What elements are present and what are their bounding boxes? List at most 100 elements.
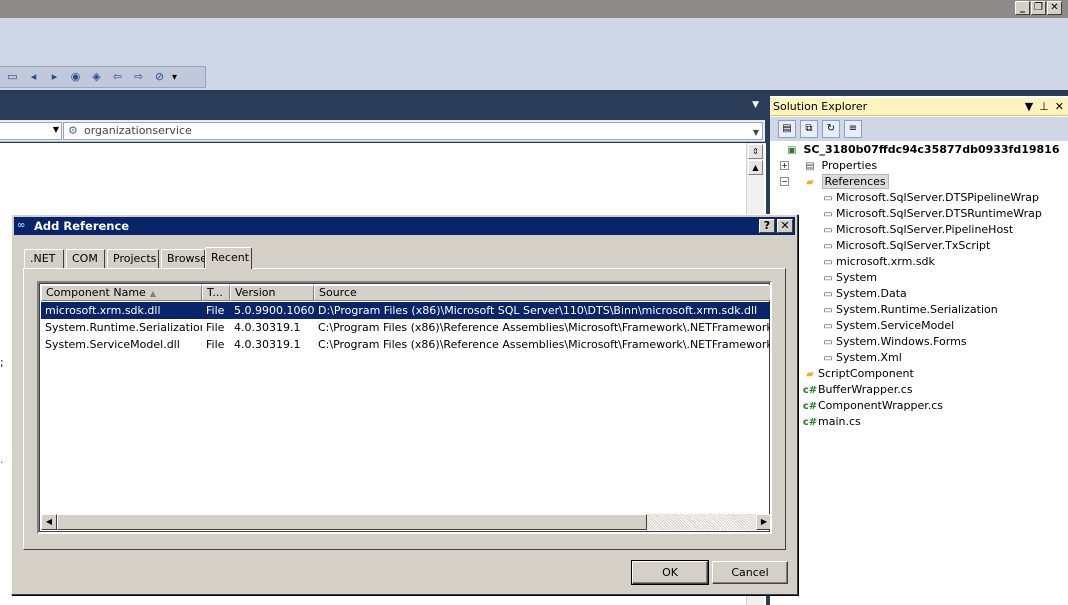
tree-properties[interactable]: ▤ Properties <box>802 158 877 174</box>
folder-label: ScriptComponent <box>818 367 914 380</box>
show-all-files-icon[interactable]: ▤ <box>778 120 796 138</box>
tree-file[interactable]: c#ComponentWrapper.cs <box>802 398 943 414</box>
member-dropdown[interactable]: ⚙ organizationservice ▼ <box>63 122 763 140</box>
reference-item[interactable]: ▭ Microsoft.SqlServer.DTSRuntimeWrap <box>820 206 1042 222</box>
reference-item[interactable]: ▭ System.Xml <box>820 350 902 366</box>
window-controls: _ ❐ ✕ <box>1015 1 1062 15</box>
type-dropdown[interactable]: ▼ <box>0 122 62 140</box>
code-fragment: . <box>0 453 4 466</box>
toolbar-overflow-icon[interactable]: ▾ <box>172 72 180 83</box>
minimize-button[interactable]: _ <box>1015 1 1030 15</box>
list-header: Component Name ▲ T... Version Source <box>41 285 770 301</box>
file-label: main.cs <box>818 415 861 428</box>
cell-source: D:\Program Files (x86)\Microsoft SQL Ser… <box>318 304 758 317</box>
cancel-button[interactable]: Cancel <box>712 561 788 584</box>
cell-name: microsoft.xrm.sdk.dll <box>45 304 161 317</box>
cs-file-icon: c# <box>802 385 818 396</box>
view-code-icon[interactable]: ≡ <box>844 120 862 138</box>
close-window-button[interactable]: ✕ <box>1047 1 1062 15</box>
column-type[interactable]: T... <box>202 285 230 301</box>
column-source[interactable]: Source <box>314 285 770 301</box>
bookmark-clear-icon[interactable]: ⊘ <box>151 70 168 84</box>
dialog-titlebar: ∞ Add Reference ? ✕ <box>14 217 795 235</box>
member-dropdown-value: organizationservice <box>84 124 192 137</box>
reference-item[interactable]: ▭ System.Data <box>820 286 907 302</box>
table-row[interactable]: System.Runtime.Serialization.dll File 4.… <box>41 319 770 336</box>
reference-item[interactable]: ▭ microsoft.xrm.sdk <box>820 254 935 270</box>
bookmark-next-icon[interactable]: ⇨ <box>130 70 147 84</box>
reference-item[interactable]: ▭ System.ServiceModel <box>820 318 954 334</box>
close-dialog-button[interactable]: ✕ <box>777 219 793 233</box>
tree-file[interactable]: c#main.cs <box>802 414 861 430</box>
reference-item[interactable]: ▭ System.Runtime.Serialization <box>820 302 998 318</box>
solution-explorer-title: Solution Explorer <box>773 100 868 113</box>
reference-item[interactable]: ▭ System.Windows.Forms <box>820 334 967 350</box>
reference-item[interactable]: ▭ Microsoft.SqlServer.TxScript <box>820 238 990 254</box>
tab-net[interactable]: .NET <box>24 249 64 268</box>
tree-folder[interactable]: ▰ ScriptComponent <box>802 366 914 382</box>
member-icon: ⚙ <box>68 124 78 137</box>
dialog-title: Add Reference <box>34 219 130 233</box>
refresh-icon[interactable]: ↻ <box>822 120 840 138</box>
text-editor-toolbar: ▭ ◂ ▸ ◉ ◈ ⇦ ⇨ ⊘ ▾ <box>0 66 206 88</box>
file-label: BufferWrapper.cs <box>818 383 913 396</box>
tab-recent[interactable]: Recent <box>205 247 252 269</box>
reference-label: System.ServiceModel <box>836 319 955 332</box>
scroll-track[interactable] <box>647 514 756 530</box>
scroll-right-button[interactable]: ▶ <box>756 514 770 530</box>
comment-icon[interactable]: ◉ <box>67 70 84 84</box>
cs-file-icon: c# <box>802 417 818 428</box>
reference-icon: ▭ <box>823 209 833 220</box>
dropdown-icon[interactable]: ▼ <box>1025 98 1033 115</box>
comment-prev-icon[interactable]: ◂ <box>25 70 42 84</box>
close-icon[interactable]: ✕ <box>1055 98 1064 115</box>
tab-projects[interactable]: Projects <box>107 249 159 268</box>
column-version[interactable]: Version <box>230 285 314 301</box>
editor-navigation-bar: ▼ ⚙ organizationservice ▼ <box>0 120 765 142</box>
code-fragment: ; <box>0 356 4 369</box>
sort-ascending-icon: ▲ <box>149 289 156 298</box>
reference-item[interactable]: ▭ Microsoft.SqlServer.PipelineHost <box>820 222 1013 238</box>
tab-com[interactable]: COM <box>66 249 105 268</box>
tab-dropdown-icon[interactable]: ▼ <box>752 100 759 110</box>
reference-label: Microsoft.SqlServer.DTSPipelineWrap <box>836 191 1039 204</box>
table-row[interactable]: System.ServiceModel.dll File 4.0.30319.1… <box>41 336 770 353</box>
cell-version: 4.0.30319.1 <box>234 321 301 334</box>
comment-block-icon[interactable]: ▭ <box>4 70 21 84</box>
help-button[interactable]: ? <box>759 219 775 233</box>
reference-label: System.Windows.Forms <box>836 335 967 348</box>
scroll-up-button[interactable]: ▲ <box>748 160 763 175</box>
split-handle-icon[interactable]: ⇕ <box>748 144 763 159</box>
bookmark-prev-icon[interactable]: ⇦ <box>109 70 126 84</box>
reference-item[interactable]: ▭ Microsoft.SqlServer.DTSPipelineWrap <box>820 190 1039 206</box>
pin-icon[interactable]: ⊥ <box>1039 98 1049 115</box>
properties-folder-icon: ▤ <box>805 161 815 172</box>
reference-icon: ▭ <box>823 353 833 364</box>
tree-references[interactable]: ▰ References <box>802 174 889 190</box>
expand-properties-icon[interactable]: + <box>780 161 789 170</box>
column-component-name[interactable]: Component Name ▲ <box>41 285 202 301</box>
tab-browse[interactable]: Browse <box>161 249 207 268</box>
restore-button[interactable]: ❐ <box>1031 1 1046 15</box>
column-label: Component Name <box>46 286 146 299</box>
cell-type: File <box>206 338 225 351</box>
table-row[interactable]: microsoft.xrm.sdk.dll File 5.0.9900.1060… <box>41 302 770 319</box>
tree-file[interactable]: c#BufferWrapper.cs <box>802 382 913 398</box>
collapse-references-icon[interactable]: − <box>780 177 789 186</box>
scroll-left-button[interactable]: ◀ <box>41 514 57 530</box>
horizontal-scrollbar[interactable]: ◀ ▶ <box>41 514 770 530</box>
tree-project[interactable]: ▣ SC_3180b07ffdc94c35877db0933fd19816 <box>784 142 1060 158</box>
reference-item[interactable]: ▭ System <box>820 270 877 286</box>
reference-label: System.Runtime.Serialization <box>836 303 998 316</box>
reference-label: Microsoft.SqlServer.TxScript <box>836 239 991 252</box>
reference-icon: ▭ <box>823 337 833 348</box>
comment-all-icon[interactable]: ◈ <box>88 70 105 84</box>
ok-button[interactable]: OK <box>631 560 709 585</box>
comment-next-icon[interactable]: ▸ <box>46 70 63 84</box>
file-label: ComponentWrapper.cs <box>818 399 944 412</box>
project-label: SC_3180b07ffdc94c35877db0933fd19816 <box>803 143 1060 156</box>
scroll-thumb[interactable] <box>57 514 647 530</box>
recent-references-list[interactable]: Component Name ▲ T... Version Source micr… <box>37 281 772 534</box>
properties-icon[interactable]: ⧉ <box>800 120 818 138</box>
reference-icon: ▭ <box>823 193 833 204</box>
